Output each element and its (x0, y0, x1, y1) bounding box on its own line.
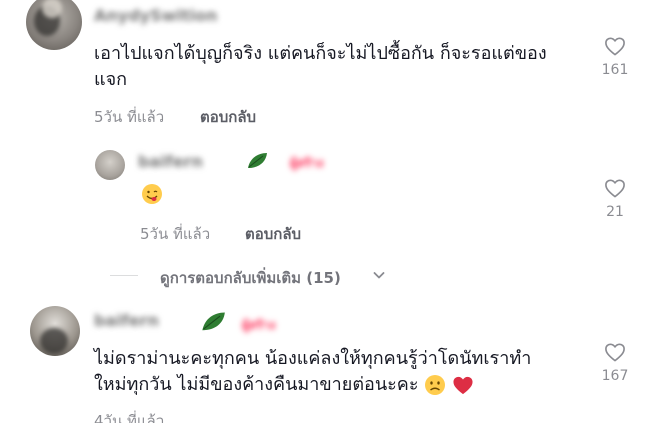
comment-text-line: ไม่ดราม่านะคะทุกคน น้องแค่ลงให้ทุกคนรู้ว… (94, 348, 532, 369)
like-count: 21 (606, 204, 624, 220)
avatar[interactable] (26, 0, 82, 50)
view-more-replies[interactable]: ดูการตอบกลับเพิ่มเติม (15) (110, 264, 410, 288)
like-count: 161 (601, 62, 629, 78)
reply-button[interactable]: ตอบกลับ (200, 105, 256, 129)
heart-outline-icon (605, 37, 625, 56)
comment-username[interactable]: baifern (94, 311, 159, 333)
creator-badge-label: ผู้สร้าง (290, 156, 324, 170)
face-savoring-food-emoji (142, 184, 162, 204)
creator-badge-label: ผู้สร้าง (242, 318, 276, 332)
comment-username[interactable]: baifern (138, 152, 203, 174)
comments-panel: AnydySwition เอาไปแจกได้บุญก็จริง แต่คนก… (0, 0, 654, 423)
like-button[interactable]: 161 (595, 36, 635, 78)
red-heart-emoji (453, 376, 473, 395)
comment-text: ไม่ดราม่านะคะทุกคน น้องแค่ลงให้ทุกคนรู้ว… (94, 346, 584, 398)
creator-badge: ผู้สร้าง (290, 154, 323, 172)
leaf-icon (202, 312, 225, 331)
reply-button[interactable]: ตอบกลับ (245, 222, 301, 246)
avatar[interactable] (95, 150, 125, 180)
like-button[interactable]: 167 (595, 342, 635, 384)
comment-text-line: ใหม่ทุกวัน ไม่มีของค้างคืนมาขายต่อนะคะ (94, 374, 419, 395)
comment-text-line: เอาไปแจกได้บุญก็จริง แต่คนก็จะไม่ไปซื้อก… (94, 43, 547, 64)
leaf-icon (248, 153, 267, 168)
comment-timestamp: 5วัน ที่แล้ว (140, 225, 211, 243)
comment-text-line: แจก (94, 69, 128, 90)
sad-face-emoji (425, 375, 446, 395)
chevron-down-icon[interactable] (372, 268, 386, 282)
heart-outline-icon (605, 179, 625, 198)
avatar[interactable] (30, 306, 80, 356)
heart-outline-icon (605, 343, 625, 362)
comment-username[interactable]: AnydySwition (94, 6, 217, 28)
divider (110, 275, 138, 276)
comment-timestamp: 5วัน ที่แล้ว (94, 108, 165, 126)
comment-text: เอาไปแจกได้บุญก็จริง แต่คนก็จะไม่ไปซื้อก… (94, 41, 584, 93)
comment-text (141, 183, 163, 205)
creator-badge: ผู้สร้าง (242, 316, 275, 334)
like-button[interactable]: 21 (595, 178, 635, 220)
view-more-replies-label[interactable]: ดูการตอบกลับเพิ่มเติม (15) (160, 266, 341, 290)
comment-timestamp: 4วัน ที่แล้ว (94, 412, 165, 423)
like-count: 167 (601, 368, 629, 384)
